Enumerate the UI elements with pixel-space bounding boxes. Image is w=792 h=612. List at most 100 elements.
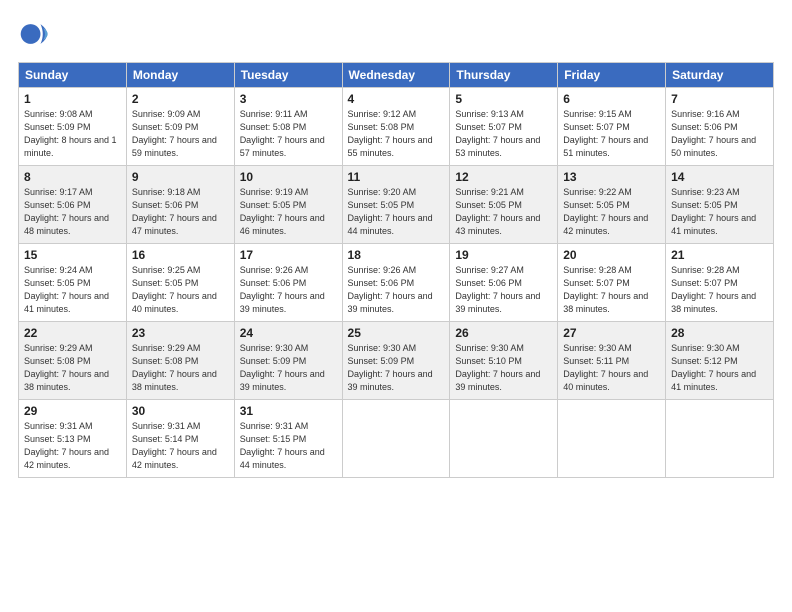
day-number: 14 — [671, 170, 768, 184]
day-number: 20 — [563, 248, 660, 262]
calendar-cell: 21 Sunrise: 9:28 AMSunset: 5:07 PMDaylig… — [666, 244, 774, 322]
day-number: 18 — [348, 248, 445, 262]
day-number: 17 — [240, 248, 337, 262]
calendar-cell — [666, 400, 774, 478]
day-number: 24 — [240, 326, 337, 340]
calendar-cell: 12 Sunrise: 9:21 AMSunset: 5:05 PMDaylig… — [450, 166, 558, 244]
calendar-cell: 14 Sunrise: 9:23 AMSunset: 5:05 PMDaylig… — [666, 166, 774, 244]
day-number: 13 — [563, 170, 660, 184]
day-number: 6 — [563, 92, 660, 106]
day-number: 3 — [240, 92, 337, 106]
calendar-cell: 19 Sunrise: 9:27 AMSunset: 5:06 PMDaylig… — [450, 244, 558, 322]
calendar-cell: 20 Sunrise: 9:28 AMSunset: 5:07 PMDaylig… — [558, 244, 666, 322]
calendar-cell: 23 Sunrise: 9:29 AMSunset: 5:08 PMDaylig… — [126, 322, 234, 400]
day-info: Sunrise: 9:30 AMSunset: 5:09 PMDaylight:… — [240, 343, 325, 392]
calendar-cell: 16 Sunrise: 9:25 AMSunset: 5:05 PMDaylig… — [126, 244, 234, 322]
day-number: 1 — [24, 92, 121, 106]
col-header-monday: Monday — [126, 63, 234, 88]
logo-icon — [18, 16, 54, 52]
day-number: 27 — [563, 326, 660, 340]
page: SundayMondayTuesdayWednesdayThursdayFrid… — [0, 0, 792, 612]
day-info: Sunrise: 9:30 AMSunset: 5:12 PMDaylight:… — [671, 343, 756, 392]
calendar-cell: 2 Sunrise: 9:09 AMSunset: 5:09 PMDayligh… — [126, 88, 234, 166]
day-info: Sunrise: 9:09 AMSunset: 5:09 PMDaylight:… — [132, 109, 217, 158]
day-info: Sunrise: 9:28 AMSunset: 5:07 PMDaylight:… — [563, 265, 648, 314]
day-info: Sunrise: 9:31 AMSunset: 5:15 PMDaylight:… — [240, 421, 325, 470]
calendar-cell: 18 Sunrise: 9:26 AMSunset: 5:06 PMDaylig… — [342, 244, 450, 322]
calendar-week-4: 22 Sunrise: 9:29 AMSunset: 5:08 PMDaylig… — [19, 322, 774, 400]
day-number: 31 — [240, 404, 337, 418]
day-info: Sunrise: 9:21 AMSunset: 5:05 PMDaylight:… — [455, 187, 540, 236]
col-header-friday: Friday — [558, 63, 666, 88]
day-info: Sunrise: 9:23 AMSunset: 5:05 PMDaylight:… — [671, 187, 756, 236]
calendar-cell: 27 Sunrise: 9:30 AMSunset: 5:11 PMDaylig… — [558, 322, 666, 400]
col-header-tuesday: Tuesday — [234, 63, 342, 88]
day-info: Sunrise: 9:20 AMSunset: 5:05 PMDaylight:… — [348, 187, 433, 236]
calendar-week-3: 15 Sunrise: 9:24 AMSunset: 5:05 PMDaylig… — [19, 244, 774, 322]
day-number: 23 — [132, 326, 229, 340]
calendar-cell: 3 Sunrise: 9:11 AMSunset: 5:08 PMDayligh… — [234, 88, 342, 166]
calendar-cell: 26 Sunrise: 9:30 AMSunset: 5:10 PMDaylig… — [450, 322, 558, 400]
calendar-cell: 30 Sunrise: 9:31 AMSunset: 5:14 PMDaylig… — [126, 400, 234, 478]
calendar-cell — [450, 400, 558, 478]
day-number: 5 — [455, 92, 552, 106]
day-info: Sunrise: 9:29 AMSunset: 5:08 PMDaylight:… — [24, 343, 109, 392]
calendar-cell: 15 Sunrise: 9:24 AMSunset: 5:05 PMDaylig… — [19, 244, 127, 322]
day-info: Sunrise: 9:16 AMSunset: 5:06 PMDaylight:… — [671, 109, 756, 158]
calendar-cell: 10 Sunrise: 9:19 AMSunset: 5:05 PMDaylig… — [234, 166, 342, 244]
calendar-cell: 4 Sunrise: 9:12 AMSunset: 5:08 PMDayligh… — [342, 88, 450, 166]
logo — [18, 16, 58, 52]
day-info: Sunrise: 9:26 AMSunset: 5:06 PMDaylight:… — [240, 265, 325, 314]
day-number: 29 — [24, 404, 121, 418]
day-info: Sunrise: 9:13 AMSunset: 5:07 PMDaylight:… — [455, 109, 540, 158]
day-info: Sunrise: 9:08 AMSunset: 5:09 PMDaylight:… — [24, 109, 117, 158]
day-info: Sunrise: 9:24 AMSunset: 5:05 PMDaylight:… — [24, 265, 109, 314]
calendar-header-row: SundayMondayTuesdayWednesdayThursdayFrid… — [19, 63, 774, 88]
day-info: Sunrise: 9:30 AMSunset: 5:09 PMDaylight:… — [348, 343, 433, 392]
day-info: Sunrise: 9:25 AMSunset: 5:05 PMDaylight:… — [132, 265, 217, 314]
day-number: 2 — [132, 92, 229, 106]
day-info: Sunrise: 9:26 AMSunset: 5:06 PMDaylight:… — [348, 265, 433, 314]
day-number: 4 — [348, 92, 445, 106]
day-info: Sunrise: 9:12 AMSunset: 5:08 PMDaylight:… — [348, 109, 433, 158]
calendar-cell: 8 Sunrise: 9:17 AMSunset: 5:06 PMDayligh… — [19, 166, 127, 244]
day-info: Sunrise: 9:11 AMSunset: 5:08 PMDaylight:… — [240, 109, 325, 158]
col-header-sunday: Sunday — [19, 63, 127, 88]
col-header-wednesday: Wednesday — [342, 63, 450, 88]
calendar-cell: 7 Sunrise: 9:16 AMSunset: 5:06 PMDayligh… — [666, 88, 774, 166]
day-info: Sunrise: 9:31 AMSunset: 5:14 PMDaylight:… — [132, 421, 217, 470]
day-info: Sunrise: 9:17 AMSunset: 5:06 PMDaylight:… — [24, 187, 109, 236]
day-info: Sunrise: 9:19 AMSunset: 5:05 PMDaylight:… — [240, 187, 325, 236]
day-number: 7 — [671, 92, 768, 106]
col-header-thursday: Thursday — [450, 63, 558, 88]
calendar-cell: 5 Sunrise: 9:13 AMSunset: 5:07 PMDayligh… — [450, 88, 558, 166]
day-number: 10 — [240, 170, 337, 184]
day-number: 22 — [24, 326, 121, 340]
calendar-cell: 17 Sunrise: 9:26 AMSunset: 5:06 PMDaylig… — [234, 244, 342, 322]
day-info: Sunrise: 9:29 AMSunset: 5:08 PMDaylight:… — [132, 343, 217, 392]
day-info: Sunrise: 9:27 AMSunset: 5:06 PMDaylight:… — [455, 265, 540, 314]
calendar-week-2: 8 Sunrise: 9:17 AMSunset: 5:06 PMDayligh… — [19, 166, 774, 244]
day-number: 30 — [132, 404, 229, 418]
calendar-cell: 6 Sunrise: 9:15 AMSunset: 5:07 PMDayligh… — [558, 88, 666, 166]
col-header-saturday: Saturday — [666, 63, 774, 88]
calendar-cell: 11 Sunrise: 9:20 AMSunset: 5:05 PMDaylig… — [342, 166, 450, 244]
day-info: Sunrise: 9:28 AMSunset: 5:07 PMDaylight:… — [671, 265, 756, 314]
day-number: 12 — [455, 170, 552, 184]
calendar-cell: 31 Sunrise: 9:31 AMSunset: 5:15 PMDaylig… — [234, 400, 342, 478]
calendar-cell: 28 Sunrise: 9:30 AMSunset: 5:12 PMDaylig… — [666, 322, 774, 400]
calendar-cell: 22 Sunrise: 9:29 AMSunset: 5:08 PMDaylig… — [19, 322, 127, 400]
calendar-week-1: 1 Sunrise: 9:08 AMSunset: 5:09 PMDayligh… — [19, 88, 774, 166]
calendar-cell: 1 Sunrise: 9:08 AMSunset: 5:09 PMDayligh… — [19, 88, 127, 166]
day-number: 25 — [348, 326, 445, 340]
calendar-table: SundayMondayTuesdayWednesdayThursdayFrid… — [18, 62, 774, 478]
day-number: 28 — [671, 326, 768, 340]
day-number: 15 — [24, 248, 121, 262]
day-info: Sunrise: 9:31 AMSunset: 5:13 PMDaylight:… — [24, 421, 109, 470]
calendar-cell: 29 Sunrise: 9:31 AMSunset: 5:13 PMDaylig… — [19, 400, 127, 478]
day-number: 16 — [132, 248, 229, 262]
calendar-cell: 13 Sunrise: 9:22 AMSunset: 5:05 PMDaylig… — [558, 166, 666, 244]
day-number: 21 — [671, 248, 768, 262]
calendar-cell: 9 Sunrise: 9:18 AMSunset: 5:06 PMDayligh… — [126, 166, 234, 244]
day-info: Sunrise: 9:18 AMSunset: 5:06 PMDaylight:… — [132, 187, 217, 236]
